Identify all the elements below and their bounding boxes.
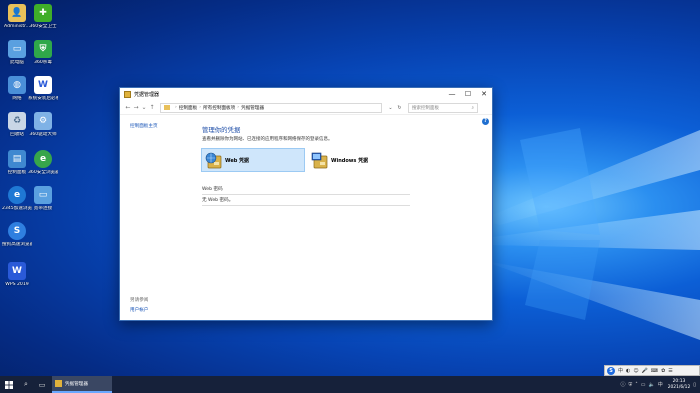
clock-date: 2021/6/12	[667, 384, 691, 390]
desktop-icon-sogou-browser[interactable]: S 搜狗高速浏览器	[2, 222, 32, 248]
see-also-heading: 另请参阅	[130, 298, 149, 303]
back-button[interactable]: ←	[124, 104, 132, 111]
punctuation-icon[interactable]: ◐	[626, 368, 630, 374]
search-input[interactable]: 搜索控制面板 ⌕	[408, 102, 478, 113]
breadcrumb-separator: ›	[199, 105, 202, 110]
desktop: 👤 Administr... ✚ 360安全卫士 ▭ 此电脑 ⛨ 360杀毒 ◍…	[0, 0, 700, 376]
clock[interactable]: 20:13 2021/6/12	[668, 379, 691, 390]
windows-credentials-label: Windows 凭据	[331, 157, 369, 164]
page-description: 查看并删除你为网站、已连接的应用程序和网络保存的登录信息。	[202, 137, 333, 142]
desktop-icon-readme-docx[interactable]: W 系统安装后必看.docx	[28, 76, 58, 102]
360-antivirus-icon: ⛨	[34, 40, 52, 58]
help-icon[interactable]: ?	[482, 118, 489, 125]
desktop-icon-360-security[interactable]: ✚ 360安全卫士	[28, 4, 58, 30]
wps-icon: W	[8, 262, 26, 280]
keyboard-icon[interactable]: ⌨	[651, 368, 658, 374]
notifications-icon[interactable]: ▯	[693, 382, 696, 388]
sogou-ime-icon[interactable]: S	[607, 366, 615, 375]
desktop-icon-wps[interactable]: W WPS 2019	[2, 262, 32, 288]
chevron-up-icon[interactable]: ˄	[635, 382, 638, 388]
credential-manager-window: 凭据管理器 — ☐ ✕ ← → ⌄ ↑ › 控制面板 › 所有控制面板项 › 凭…	[119, 87, 493, 321]
network-icon: ◍	[8, 76, 26, 94]
start-button[interactable]	[0, 376, 18, 393]
web-credentials-icon	[205, 152, 222, 169]
desktop-icon-broadband[interactable]: ▭ 宽带连接	[28, 186, 58, 212]
address-field[interactable]: › 控制面板 › 所有控制面板项 › 凭据管理器	[160, 102, 382, 113]
360-browser-icon: e	[34, 150, 52, 168]
360-security-icon: ✚	[34, 4, 52, 22]
desktop-icon-360-driver[interactable]: ⚙ 360驱动大师	[28, 112, 58, 138]
web-passwords-empty: 无 Web 密码。	[202, 197, 410, 206]
microphone-icon[interactable]: 🎤	[642, 368, 648, 374]
address-dropdown-icon[interactable]: ⌄	[386, 105, 395, 111]
close-button[interactable]: ✕	[476, 88, 492, 101]
credential-manager-icon	[55, 380, 62, 387]
control-panel-home-link[interactable]: 控制面板主页	[130, 123, 158, 129]
network-icon[interactable]: ▭	[641, 382, 646, 388]
user-accounts-link[interactable]: 用户帐户	[130, 307, 148, 313]
ime-mode-label[interactable]: 中	[618, 367, 623, 374]
page-title: 管理你的凭据	[202, 126, 241, 134]
credential-manager-icon	[124, 91, 131, 98]
task-view-icon[interactable]: ▭	[34, 376, 50, 393]
volume-icon[interactable]: 🔈	[648, 382, 654, 388]
computer-icon: ▭	[8, 40, 26, 58]
ime-toolbar[interactable]: S 中 ◐ ☺ 🎤 ⌨ ✿ ☰	[604, 365, 700, 376]
shield-icon[interactable]: ⛨	[628, 382, 632, 388]
2345-browser-icon: e	[8, 186, 26, 204]
folder-icon	[164, 105, 170, 110]
user-folder-icon: 👤	[8, 4, 26, 22]
windows-credentials-tile[interactable]: Windows 凭据	[308, 148, 408, 172]
taskbar-app-label: 凭据管理器	[65, 381, 88, 387]
info-icon[interactable]: ⓘ	[620, 381, 625, 388]
up-button[interactable]: ↑	[148, 104, 156, 111]
forward-button[interactable]: →	[132, 104, 140, 111]
search-icon: ⌕	[471, 105, 474, 111]
window-title: 凭据管理器	[134, 92, 160, 98]
skin-icon[interactable]: ✿	[661, 368, 665, 374]
refresh-icon[interactable]: ↻	[395, 105, 404, 111]
web-credentials-tile[interactable]: Web 凭据	[201, 148, 305, 172]
breadcrumb-separator: ›	[237, 105, 240, 110]
minimize-button[interactable]: —	[444, 88, 460, 101]
desktop-icon-360-antivirus[interactable]: ⛨ 360杀毒	[28, 40, 58, 66]
taskbar: ⌕ ▭ 凭据管理器 ⓘ ⛨ ˄ ▭ 🔈 中 20:13 2021/6/12 ▯	[0, 376, 700, 393]
breadcrumb-control-panel[interactable]: 控制面板	[179, 105, 197, 111]
address-bar-row: ← → ⌄ ↑ › 控制面板 › 所有控制面板项 › 凭据管理器 ⌄ ↻ 搜索控…	[120, 101, 492, 115]
breadcrumb-credential-manager[interactable]: 凭据管理器	[241, 105, 264, 111]
ime-indicator-icon[interactable]: 中	[658, 381, 663, 388]
sogou-browser-icon: S	[8, 222, 26, 240]
search-icon[interactable]: ⌕	[18, 376, 34, 393]
web-passwords-header[interactable]: Web 密码	[202, 186, 410, 195]
windows-credentials-icon	[311, 152, 328, 169]
taskbar-app-credential-manager[interactable]: 凭据管理器	[52, 376, 112, 393]
system-tray: ⓘ ⛨ ˄ ▭ 🔈 中 20:13 2021/6/12 ▯	[617, 376, 696, 393]
emoji-icon[interactable]: ☺	[633, 368, 638, 374]
menu-icon[interactable]: ☰	[668, 368, 672, 374]
360-driver-icon: ⚙	[34, 112, 52, 130]
broadband-icon: ▭	[34, 186, 52, 204]
breadcrumb-all-items[interactable]: 所有控制面板项	[203, 105, 235, 111]
control-panel-icon: ▤	[8, 150, 26, 168]
breadcrumb-separator: ›	[175, 105, 177, 110]
maximize-button[interactable]: ☐	[460, 88, 476, 101]
desktop-icon-360-browser[interactable]: e 360安全浏览器	[28, 150, 58, 176]
windows-logo-icon	[5, 380, 13, 389]
search-placeholder: 搜索控制面板	[412, 105, 439, 111]
recent-dropdown-button[interactable]: ⌄	[140, 104, 148, 111]
web-credentials-label: Web 凭据	[225, 157, 250, 164]
word-doc-icon: W	[34, 76, 52, 94]
recycle-bin-icon: ♻	[8, 112, 26, 130]
title-bar[interactable]: 凭据管理器 — ☐ ✕	[120, 88, 492, 101]
